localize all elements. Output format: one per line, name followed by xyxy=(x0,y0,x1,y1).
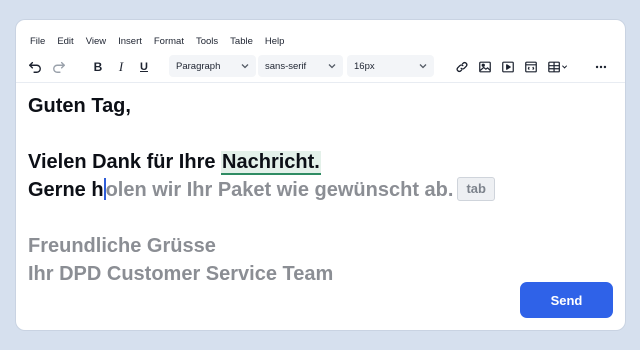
send-button[interactable]: Send xyxy=(520,282,613,318)
rich-text-editor: File Edit View Insert Format Tools Table… xyxy=(16,20,625,330)
block-format-value: Paragraph xyxy=(176,60,221,72)
thanks-text: Vielen Dank für Ihre xyxy=(28,151,222,173)
menu-file[interactable]: File xyxy=(30,36,45,51)
link-icon[interactable] xyxy=(452,57,472,77)
toolbar: B I U Paragraph sans-serif 16px xyxy=(16,51,625,83)
font-size-select[interactable]: 16px xyxy=(347,55,434,77)
media-icon[interactable] xyxy=(498,57,518,77)
empty-line xyxy=(28,204,608,232)
undo-icon[interactable] xyxy=(25,57,45,77)
menu-tools[interactable]: Tools xyxy=(196,36,218,51)
table-icon[interactable] xyxy=(544,57,572,77)
autocomplete-suggestion: olen wir Ihr Paket wie gewünscht ab. xyxy=(105,179,454,201)
greeting-line: Guten Tag, xyxy=(28,95,131,117)
suggestion-line: Gerne h olen wir Ihr Paket wie gewünscht … xyxy=(28,176,608,204)
redo-icon[interactable] xyxy=(49,57,69,77)
menu-edit[interactable]: Edit xyxy=(57,36,73,51)
image-icon[interactable] xyxy=(475,57,495,77)
editor-content[interactable]: Guten Tag, Vielen Dank für Ihre Nachrich… xyxy=(28,92,608,288)
italic-button[interactable]: I xyxy=(111,57,131,77)
menu-table[interactable]: Table xyxy=(230,36,253,51)
bold-button[interactable]: B xyxy=(88,57,108,77)
more-icon[interactable] xyxy=(591,57,611,77)
chevron-down-icon xyxy=(328,64,336,69)
menu-help[interactable]: Help xyxy=(265,36,285,51)
thanks-line: Vielen Dank für Ihre Nachricht. xyxy=(28,148,608,176)
font-family-select[interactable]: sans-serif xyxy=(258,55,343,77)
font-size-value: 16px xyxy=(354,60,375,72)
menubar: File Edit View Insert Format Tools Table… xyxy=(16,20,625,51)
menu-view[interactable]: View xyxy=(86,36,106,51)
typed-text: Gerne h xyxy=(28,179,104,201)
underline-button[interactable]: U xyxy=(134,57,154,77)
highlighted-word: Nachricht. xyxy=(221,151,321,175)
chevron-down-icon xyxy=(419,64,427,69)
closing-line: Freundliche Grüsse xyxy=(28,235,216,257)
tab-accept-hint[interactable]: tab xyxy=(457,177,495,201)
chevron-down-icon xyxy=(241,64,249,69)
code-sample-icon[interactable] xyxy=(521,57,541,77)
block-format-select[interactable]: Paragraph xyxy=(169,55,256,77)
menu-format[interactable]: Format xyxy=(154,36,184,51)
empty-line xyxy=(28,120,608,148)
font-family-value: sans-serif xyxy=(265,60,307,72)
menu-insert[interactable]: Insert xyxy=(118,36,142,51)
